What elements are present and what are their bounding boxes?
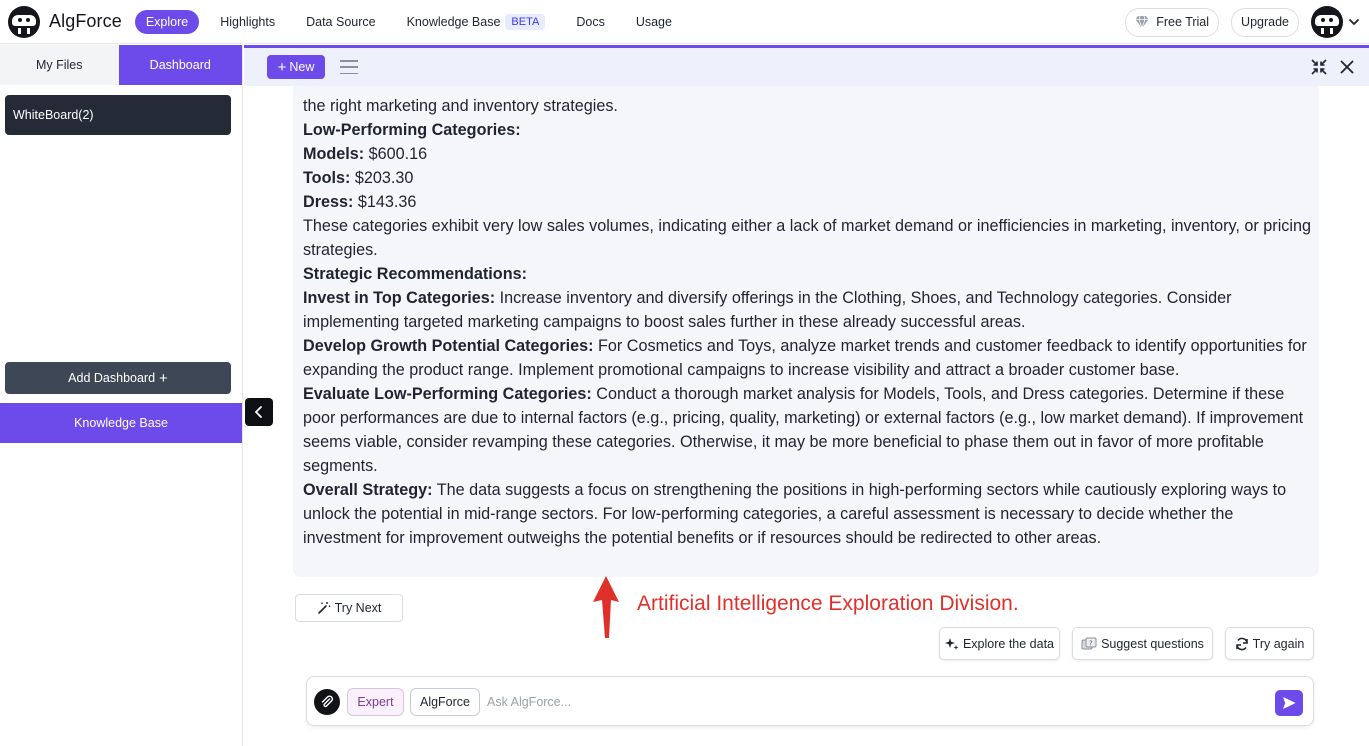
try-next-label: Try Next: [334, 601, 382, 615]
sidebar: My Files Dashboard WhiteBoard(2) Add Das…: [0, 45, 243, 746]
chevron-left-icon[interactable]: [245, 398, 273, 426]
annotation-text: Artificial Intelligence Exploration Divi…: [637, 592, 1019, 615]
answer-line: the right marketing and inventory strate…: [303, 94, 1313, 118]
answer-line-heading: Low-Performing Categories:: [303, 121, 521, 139]
answer-line: Low-Performing Categories:: [303, 118, 1313, 142]
brand-name: AlgForce: [49, 11, 122, 31]
add-dashboard-button[interactable]: Add Dashboard +: [5, 362, 231, 394]
answer-line: These categories exhibit very low sales …: [303, 214, 1313, 262]
answer-line-heading: Invest in Top Categories:: [303, 289, 496, 307]
content-toolbar: + New: [244, 48, 1369, 86]
answer-line-heading: Evaluate Low-Performing Categories:: [303, 385, 592, 403]
answer-line: Evaluate Low-Performing Categories: Cond…: [303, 382, 1313, 478]
answer-line-heading: Tools:: [303, 169, 351, 187]
collapse-arrows-icon[interactable]: [1311, 59, 1327, 75]
red-arrow-icon: [593, 576, 619, 638]
answer-line-text: the right marketing and inventory strate…: [303, 97, 618, 115]
robot-logo-icon: [8, 5, 40, 38]
answer-panel: the right marketing and inventory strate…: [293, 86, 1319, 577]
top-navbar: AlgForce Explore Highlights Data Source …: [0, 0, 1369, 44]
answer-line: Strategic Recommendations:: [303, 262, 1313, 286]
nav-usage[interactable]: Usage: [636, 15, 672, 29]
robot-avatar-icon[interactable]: [1311, 6, 1343, 38]
answer-line-heading: Models:: [303, 145, 365, 163]
add-dashboard-label: Add Dashboard: [68, 371, 156, 385]
try-again-label: Try again: [1252, 636, 1305, 651]
tab-my-files[interactable]: My Files: [0, 45, 119, 85]
nav-knowledge-base-label: Knowledge Base: [406, 14, 501, 29]
send-icon[interactable]: [1275, 690, 1303, 716]
nav-docs[interactable]: Docs: [576, 15, 604, 29]
paperclip-icon[interactable]: [314, 689, 340, 715]
tab-dashboard[interactable]: Dashboard: [118, 45, 242, 85]
answer-line-heading: Develop Growth Potential Categories:: [303, 337, 594, 355]
answer-text: the right marketing and inventory strate…: [303, 86, 1313, 550]
chevron-down-icon[interactable]: [1347, 15, 1361, 29]
close-icon[interactable]: [1339, 59, 1355, 75]
answer-line-heading: Dress:: [303, 193, 354, 211]
brand-logo[interactable]: AlgForce: [8, 5, 122, 38]
suggest-questions-label: Suggest questions: [1101, 636, 1204, 651]
beta-badge: BETA: [505, 13, 546, 30]
ask-input[interactable]: [487, 689, 1187, 715]
plus-icon: +: [277, 58, 287, 76]
answer-line: Invest in Top Categories: Increase inven…: [303, 286, 1313, 334]
try-again-button[interactable]: Try again: [1225, 627, 1314, 660]
answer-line: Models: $600.16: [303, 142, 1313, 166]
upgrade-button[interactable]: Upgrade: [1231, 7, 1299, 37]
refresh-icon: [1235, 637, 1248, 650]
nav-highlights[interactable]: Highlights: [220, 15, 275, 29]
chat-input-bar: Expert AlgForce: [306, 676, 1314, 726]
magic-wand-icon: [317, 602, 330, 614]
free-trial-button[interactable]: Free Trial: [1125, 7, 1220, 37]
algforce-mode-chip[interactable]: AlgForce: [410, 688, 480, 716]
answer-line-text: The data suggests a focus on strengtheni…: [303, 481, 1287, 547]
nav-explore[interactable]: Explore: [134, 9, 200, 34]
explore-data-button[interactable]: Explore the data: [939, 627, 1060, 660]
explore-data-label: Explore the data: [962, 636, 1055, 651]
hamburger-icon[interactable]: [340, 60, 358, 74]
answer-line-heading: Overall Strategy:: [303, 481, 433, 499]
sidebar-tabs: My Files Dashboard: [0, 45, 242, 85]
suggest-questions-button[interactable]: ? Suggest questions: [1072, 627, 1213, 660]
question-cards-icon: ?: [1081, 637, 1097, 649]
answer-line-text: $600.16: [364, 145, 428, 163]
svg-text:?: ?: [1089, 639, 1093, 647]
answer-line-text: These categories exhibit very low sales …: [303, 217, 1311, 259]
nav-knowledge-base[interactable]: Knowledge Base BETA: [406, 13, 546, 30]
plus-icon: +: [159, 369, 168, 387]
upgrade-label: Upgrade: [1241, 15, 1289, 29]
answer-line: Dress: $143.36: [303, 190, 1313, 214]
sidebar-item-whiteboard[interactable]: WhiteBoard(2): [5, 95, 231, 135]
nav-data-source[interactable]: Data Source: [306, 15, 375, 29]
free-trial-label: Free Trial: [1156, 15, 1210, 29]
answer-line-text: $143.36: [353, 193, 417, 211]
answer-line: Overall Strategy: The data suggests a fo…: [303, 478, 1313, 550]
main-nav: Explore Highlights Data Source Knowledge…: [134, 9, 703, 34]
knowledge-base-button[interactable]: Knowledge Base: [0, 403, 242, 443]
answer-line-text: $203.30: [350, 169, 414, 187]
new-button-label: New: [289, 60, 315, 74]
answer-line: Tools: $203.30: [303, 166, 1313, 190]
sparkle-icon: [944, 637, 959, 650]
toolbar-window-controls: [1299, 48, 1355, 86]
top-right-actions: Free Trial Upgrade: [1125, 0, 1361, 44]
new-button[interactable]: + New: [267, 55, 325, 79]
answer-line: Develop Growth Potential Categories: For…: [303, 334, 1313, 382]
try-next-button[interactable]: Try Next: [295, 594, 403, 622]
answer-line-heading: Strategic Recommendations:: [303, 265, 527, 283]
diamond-icon: [1135, 15, 1149, 29]
answer-line-partial: [303, 86, 1313, 94]
expert-mode-chip[interactable]: Expert: [347, 688, 404, 716]
